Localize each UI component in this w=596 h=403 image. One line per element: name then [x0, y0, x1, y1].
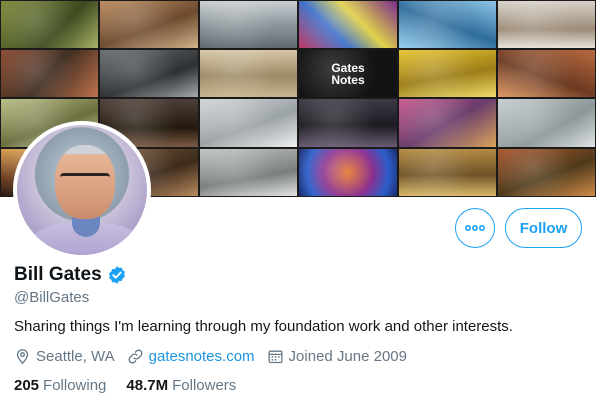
banner-photo — [298, 0, 398, 49]
website-link[interactable]: gatesnotes.com — [149, 348, 255, 365]
banner-photo — [497, 148, 596, 197]
following-count: 205 — [14, 376, 40, 394]
banner-photo — [497, 98, 596, 148]
profile-bio: Sharing things I'm learning through my f… — [14, 318, 513, 335]
banner-photo — [99, 49, 199, 98]
profile-meta: Seattle, WA gatesnotes.com Joined June 2… — [14, 346, 419, 366]
following-stat[interactable]: 205 Following — [14, 377, 106, 394]
avatar-glasses — [60, 173, 110, 187]
more-dots-icon — [465, 225, 485, 231]
gates-notes-line1: Gates — [331, 60, 365, 75]
location-item: Seattle, WA — [14, 348, 115, 365]
banner-photo — [398, 49, 497, 98]
banner-photo — [398, 148, 497, 197]
followers-label: Followers — [172, 376, 237, 394]
banner-photo — [0, 0, 99, 49]
profile-name-row: Bill Gates — [14, 263, 127, 287]
profile-name: Bill Gates — [14, 264, 102, 285]
gates-notes-logo: Gates Notes — [298, 49, 398, 98]
website-item[interactable]: gatesnotes.com — [127, 348, 255, 365]
verified-badge-icon — [108, 266, 125, 284]
banner-photo — [99, 0, 199, 49]
banner-photo — [199, 49, 298, 98]
banner-photo — [199, 0, 298, 49]
banner-photo — [298, 148, 398, 197]
calendar-icon — [268, 350, 283, 363]
profile-handle: @BillGates — [14, 289, 90, 306]
banner-photo — [199, 98, 298, 148]
banner-photo — [0, 49, 99, 98]
profile-avatar[interactable] — [13, 121, 151, 259]
banner-photo — [497, 49, 596, 98]
location-text: Seattle, WA — [36, 347, 115, 365]
location-pin-icon — [16, 348, 29, 364]
banner-photo — [298, 98, 398, 148]
following-label: Following — [43, 376, 107, 394]
banner-photo — [199, 148, 298, 197]
profile-stats: 205 Following 48.7M Followers — [14, 375, 256, 395]
followers-stat[interactable]: 48.7M Followers — [126, 377, 236, 394]
banner-photo — [398, 0, 497, 49]
follow-button[interactable]: Follow — [505, 208, 582, 248]
more-options-button[interactable] — [455, 208, 495, 248]
joined-text: Joined June 2009 — [288, 347, 407, 365]
gates-notes-line2: Notes — [331, 72, 365, 87]
link-icon — [128, 349, 143, 363]
followers-count: 48.7M — [126, 376, 169, 394]
banner-photo — [497, 0, 596, 49]
joined-item: Joined June 2009 — [267, 348, 407, 365]
banner-photo — [398, 98, 497, 148]
